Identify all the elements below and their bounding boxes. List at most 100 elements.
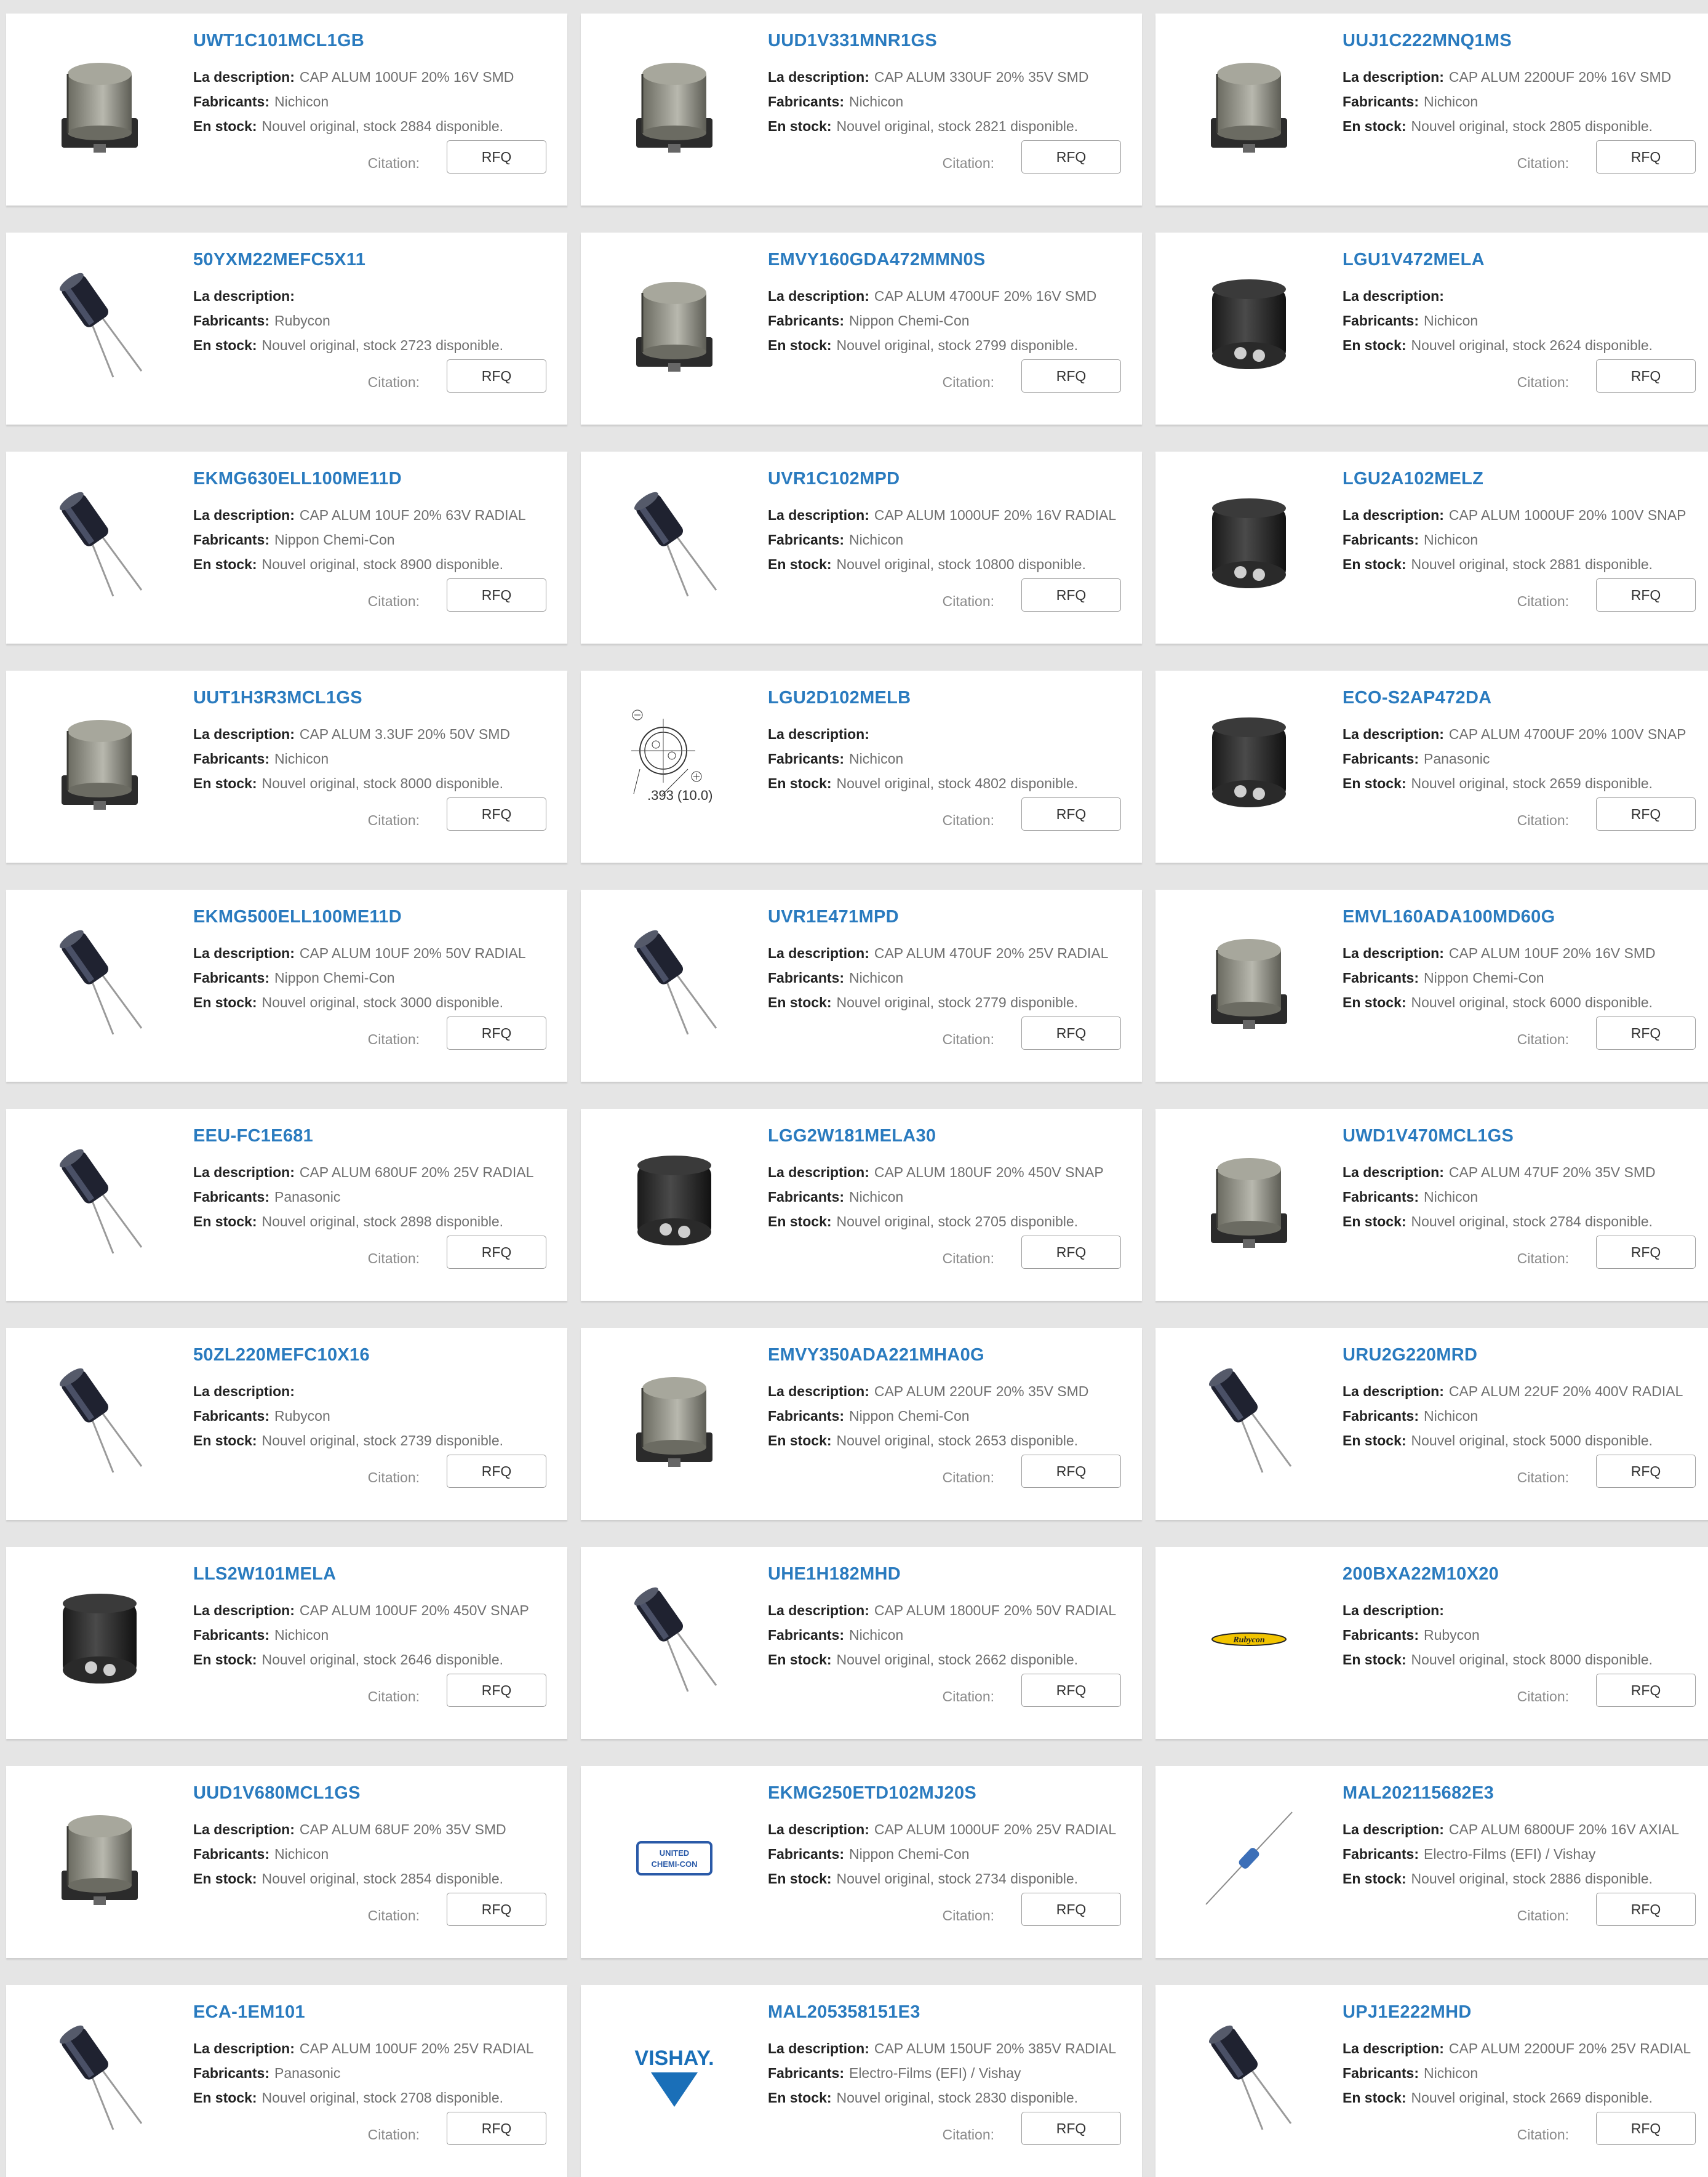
- part-number-link[interactable]: EEU-FC1E681: [193, 1126, 313, 1146]
- part-number-link[interactable]: URU2G220MRD: [1343, 1345, 1477, 1365]
- product-image[interactable]: [603, 36, 746, 178]
- product-image[interactable]: [603, 1350, 746, 1493]
- rfq-button[interactable]: RFQ: [1021, 1674, 1121, 1707]
- part-number-link[interactable]: LGG2W181MELA30: [768, 1126, 936, 1146]
- rfq-button[interactable]: RFQ: [1596, 1455, 1696, 1488]
- rfq-button[interactable]: RFQ: [1021, 578, 1121, 612]
- rfq-button[interactable]: RFQ: [1021, 359, 1121, 393]
- product-image[interactable]: [1178, 912, 1320, 1055]
- rfq-button[interactable]: RFQ: [1596, 797, 1696, 831]
- product-image[interactable]: [28, 1350, 171, 1493]
- rfq-button[interactable]: RFQ: [1021, 797, 1121, 831]
- part-number-link[interactable]: EMVY350ADA221MHA0G: [768, 1345, 984, 1365]
- rfq-button[interactable]: RFQ: [447, 359, 546, 393]
- product-image[interactable]: [1178, 693, 1320, 836]
- part-number-link[interactable]: EKMG500ELL100ME11D: [193, 907, 402, 927]
- rfq-button[interactable]: RFQ: [1596, 1236, 1696, 1269]
- rfq-button[interactable]: RFQ: [447, 1893, 546, 1926]
- product-image[interactable]: [1178, 1350, 1320, 1493]
- part-number-link[interactable]: UUD1V680MCL1GS: [193, 1783, 361, 1804]
- rfq-button[interactable]: RFQ: [447, 578, 546, 612]
- product-image[interactable]: [28, 693, 171, 836]
- stock-value: Nouvel original, stock 2805 disponible.: [1411, 118, 1653, 134]
- part-number-link[interactable]: UHE1H182MHD: [768, 1564, 901, 1584]
- part-number-link[interactable]: UUT1H3R3MCL1GS: [193, 688, 362, 708]
- rfq-button[interactable]: RFQ: [1596, 2112, 1696, 2145]
- product-image[interactable]: [603, 1131, 746, 1274]
- product-image[interactable]: [1178, 36, 1320, 178]
- part-number-link[interactable]: UWT1C101MCL1GB: [193, 31, 364, 51]
- product-image[interactable]: Rubycon: [1178, 1569, 1320, 1712]
- product-image[interactable]: [603, 474, 746, 617]
- manufacturer-row: Fabricants: Rubycon: [193, 313, 330, 329]
- part-number-link[interactable]: UVR1E471MPD: [768, 907, 899, 927]
- product-image[interactable]: [28, 474, 171, 617]
- rfq-button[interactable]: RFQ: [1021, 2112, 1121, 2145]
- rfq-button[interactable]: RFQ: [447, 140, 546, 174]
- part-number-link[interactable]: ECA-1EM101: [193, 2002, 305, 2023]
- part-number-link[interactable]: UVR1C102MPD: [768, 469, 900, 489]
- rfq-button[interactable]: RFQ: [1596, 359, 1696, 393]
- part-number-link[interactable]: EMVY160GDA472MMN0S: [768, 250, 986, 270]
- rfq-button[interactable]: RFQ: [447, 1017, 546, 1050]
- rfq-button[interactable]: RFQ: [1021, 1017, 1121, 1050]
- part-number-link[interactable]: MAL205358151E3: [768, 2002, 920, 2023]
- manufacturer-row: Fabricants: Nichicon: [193, 94, 329, 110]
- product-image[interactable]: [1178, 255, 1320, 397]
- part-number-link[interactable]: UUD1V331MNR1GS: [768, 31, 937, 51]
- product-card: UWT1C101MCL1GB La description: CAP ALUM 10…: [6, 14, 567, 206]
- part-number-link[interactable]: 50YXM22MEFC5X11: [193, 250, 365, 270]
- product-image[interactable]: .393 (10.0): [603, 693, 746, 836]
- rfq-button[interactable]: RFQ: [1021, 1455, 1121, 1488]
- product-image[interactable]: VISHAY.: [603, 2007, 746, 2150]
- part-number-link[interactable]: EKMG630ELL100ME11D: [193, 469, 402, 489]
- product-image[interactable]: [28, 2007, 171, 2150]
- rfq-button[interactable]: RFQ: [1596, 140, 1696, 174]
- product-image[interactable]: [1178, 2007, 1320, 2150]
- product-image[interactable]: [28, 1131, 171, 1274]
- part-number-link[interactable]: EMVL160ADA100MD60G: [1343, 907, 1555, 927]
- radial-capacitor-icon: [613, 482, 736, 609]
- rfq-button[interactable]: RFQ: [1596, 1017, 1696, 1050]
- part-number-link[interactable]: 200BXA22M10X20: [1343, 1564, 1499, 1584]
- rfq-button[interactable]: RFQ: [447, 1236, 546, 1269]
- part-number-link[interactable]: LGU1V472MELA: [1343, 250, 1485, 270]
- part-number-link[interactable]: EKMG250ETD102MJ20S: [768, 1783, 976, 1804]
- rfq-button[interactable]: RFQ: [447, 1674, 546, 1707]
- product-image[interactable]: [28, 36, 171, 178]
- part-number-link[interactable]: UWD1V470MCL1GS: [1343, 1126, 1514, 1146]
- product-image[interactable]: [28, 1788, 171, 1931]
- rfq-button[interactable]: RFQ: [1596, 1893, 1696, 1926]
- product-image[interactable]: [28, 1569, 171, 1712]
- product-image[interactable]: [1178, 1131, 1320, 1274]
- product-image[interactable]: [603, 912, 746, 1055]
- description-value: CAP ALUM 1800UF 20% 50V RADIAL: [874, 1602, 1117, 1618]
- manufacturer-value: Nichicon: [1423, 1408, 1479, 1424]
- manufacturer-label: Fabricants:: [1343, 970, 1419, 986]
- rfq-button[interactable]: RFQ: [447, 1455, 546, 1488]
- product-image[interactable]: UNITED CHEMI-CON: [603, 1788, 746, 1931]
- radial-capacitor-icon: [38, 482, 161, 609]
- part-number-link[interactable]: UUJ1C222MNQ1MS: [1343, 31, 1512, 51]
- product-image[interactable]: [28, 912, 171, 1055]
- part-number-link[interactable]: UPJ1E222MHD: [1343, 2002, 1472, 2023]
- part-number-link[interactable]: ECO-S2AP472DA: [1343, 688, 1491, 708]
- rfq-button[interactable]: RFQ: [447, 2112, 546, 2145]
- rfq-button[interactable]: RFQ: [447, 797, 546, 831]
- part-number-link[interactable]: LGU2A102MELZ: [1343, 469, 1483, 489]
- part-number-link[interactable]: LLS2W101MELA: [193, 1564, 336, 1584]
- product-image[interactable]: [1178, 474, 1320, 617]
- part-number-link[interactable]: 50ZL220MEFC10X16: [193, 1345, 370, 1365]
- product-image[interactable]: [603, 255, 746, 397]
- rfq-button[interactable]: RFQ: [1021, 1893, 1121, 1926]
- rfq-button[interactable]: RFQ: [1021, 1236, 1121, 1269]
- product-image[interactable]: [603, 1569, 746, 1712]
- part-number-link[interactable]: MAL202115682E3: [1343, 1783, 1494, 1804]
- product-image[interactable]: [1178, 1788, 1320, 1931]
- part-number-link[interactable]: LGU2D102MELB: [768, 688, 911, 708]
- rfq-button[interactable]: RFQ: [1596, 578, 1696, 612]
- product-image[interactable]: [28, 255, 171, 397]
- rfq-button[interactable]: RFQ: [1021, 140, 1121, 174]
- rfq-button[interactable]: RFQ: [1596, 1674, 1696, 1707]
- manufacturer-label: Fabricants:: [768, 313, 844, 329]
